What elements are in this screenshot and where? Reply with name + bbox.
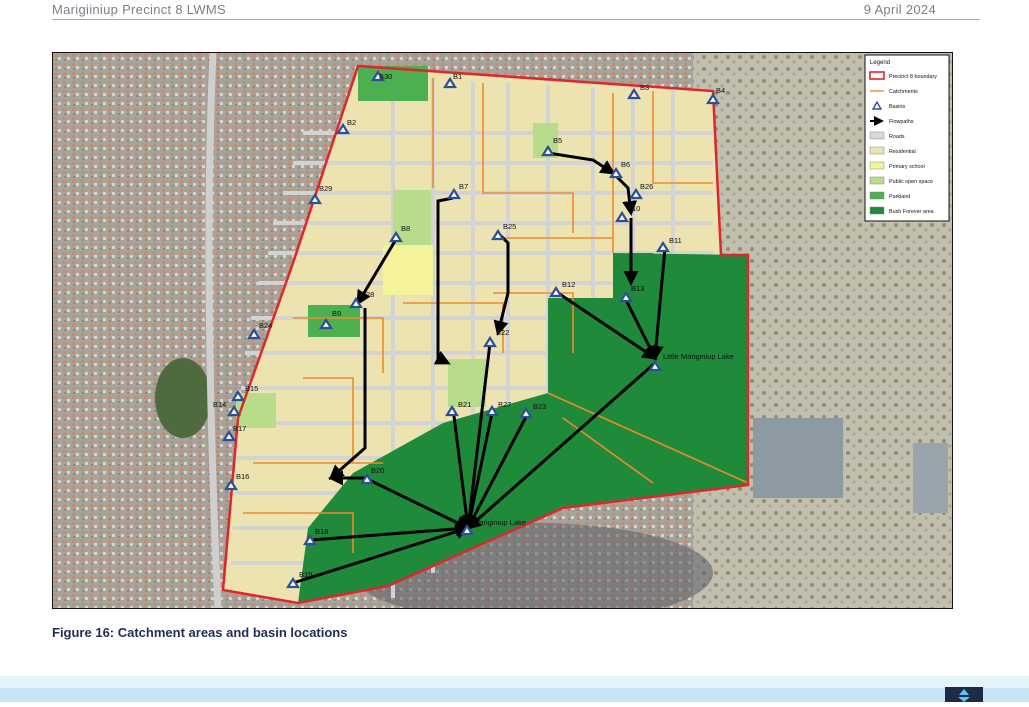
label-b22: B22: [496, 328, 509, 337]
map-legend: Legend Precinct 8 boundary Catchments Ba…: [864, 54, 950, 222]
label-b12: B12: [562, 280, 575, 289]
label-b25: B25: [503, 222, 516, 231]
page-header: Marigiiniup Precinct 8 LWMS 9 April 2024: [52, 2, 936, 17]
legend-catchments: Catchments: [889, 89, 918, 95]
figure-caption: Figure 16: Catchment areas and basin loc…: [52, 625, 348, 640]
legend-roads: Roads: [889, 134, 905, 140]
greenhouses: [753, 418, 843, 498]
label-b13: B13: [631, 284, 644, 293]
label-b10: B10: [627, 204, 640, 213]
label-b1: B1: [453, 72, 462, 81]
company-logo: [945, 687, 983, 702]
label-b9: B9: [332, 309, 341, 318]
legend-residential: Residential: [889, 149, 916, 155]
label-b20: B20: [371, 466, 384, 475]
label-b26: B26: [640, 182, 653, 191]
primary-school: [383, 245, 433, 295]
label-b30: B30: [379, 72, 392, 81]
label-b23: B23: [533, 402, 546, 411]
legend-primary-school: Primary school: [889, 164, 925, 170]
legend-flowpaths: Flowpaths: [889, 119, 914, 125]
label-b6: B6: [621, 160, 630, 169]
label-b15: B15: [245, 384, 258, 393]
label-b19: B19: [299, 570, 312, 579]
greenhouses-east: [913, 443, 948, 513]
footer-band: [0, 688, 1029, 702]
label-b4: B4: [716, 86, 725, 95]
label-b29: B29: [319, 184, 332, 193]
label-b24: B24: [259, 321, 272, 330]
footer-band-light: [0, 676, 1029, 688]
label-b27: B27: [498, 400, 511, 409]
legend-bush-forever: Bush Forever area: [889, 209, 934, 215]
legend-boundary: Precinct 8 boundary: [889, 74, 937, 80]
park-west: [155, 358, 211, 438]
label-b16: B16: [236, 472, 249, 481]
document-date: 9 April 2024: [863, 2, 936, 17]
lake-label-mariginiup: Mariginiup Lake: [473, 518, 526, 527]
label-b14: B14: [213, 400, 226, 409]
label-b3: B3: [640, 83, 649, 92]
label-b11: B11: [669, 236, 682, 245]
label-b17: B17: [233, 424, 246, 433]
label-b18: B18: [315, 527, 328, 536]
label-b2: B2: [347, 118, 356, 127]
label-b5: B5: [553, 136, 562, 145]
legend-title: Legend: [870, 60, 890, 66]
document-title: Marigiiniup Precinct 8 LWMS: [52, 2, 227, 17]
legend-parkland: Parkland: [889, 194, 910, 200]
label-b28: B28: [361, 290, 374, 299]
catchment-map: B30 B1 B3 B4 B2 B5 B6 B26 B29 B10 B7 B8 …: [52, 52, 953, 609]
legend-basins: Basins: [889, 104, 905, 110]
label-b7: B7: [459, 182, 468, 191]
lake-label-little-mariginiup: Little Mariginiup Lake: [663, 352, 734, 361]
legend-public-open-space: Public open space: [889, 179, 933, 185]
label-b8: B8: [401, 224, 410, 233]
label-b21: B21: [458, 400, 471, 409]
header-rule: [52, 19, 980, 20]
